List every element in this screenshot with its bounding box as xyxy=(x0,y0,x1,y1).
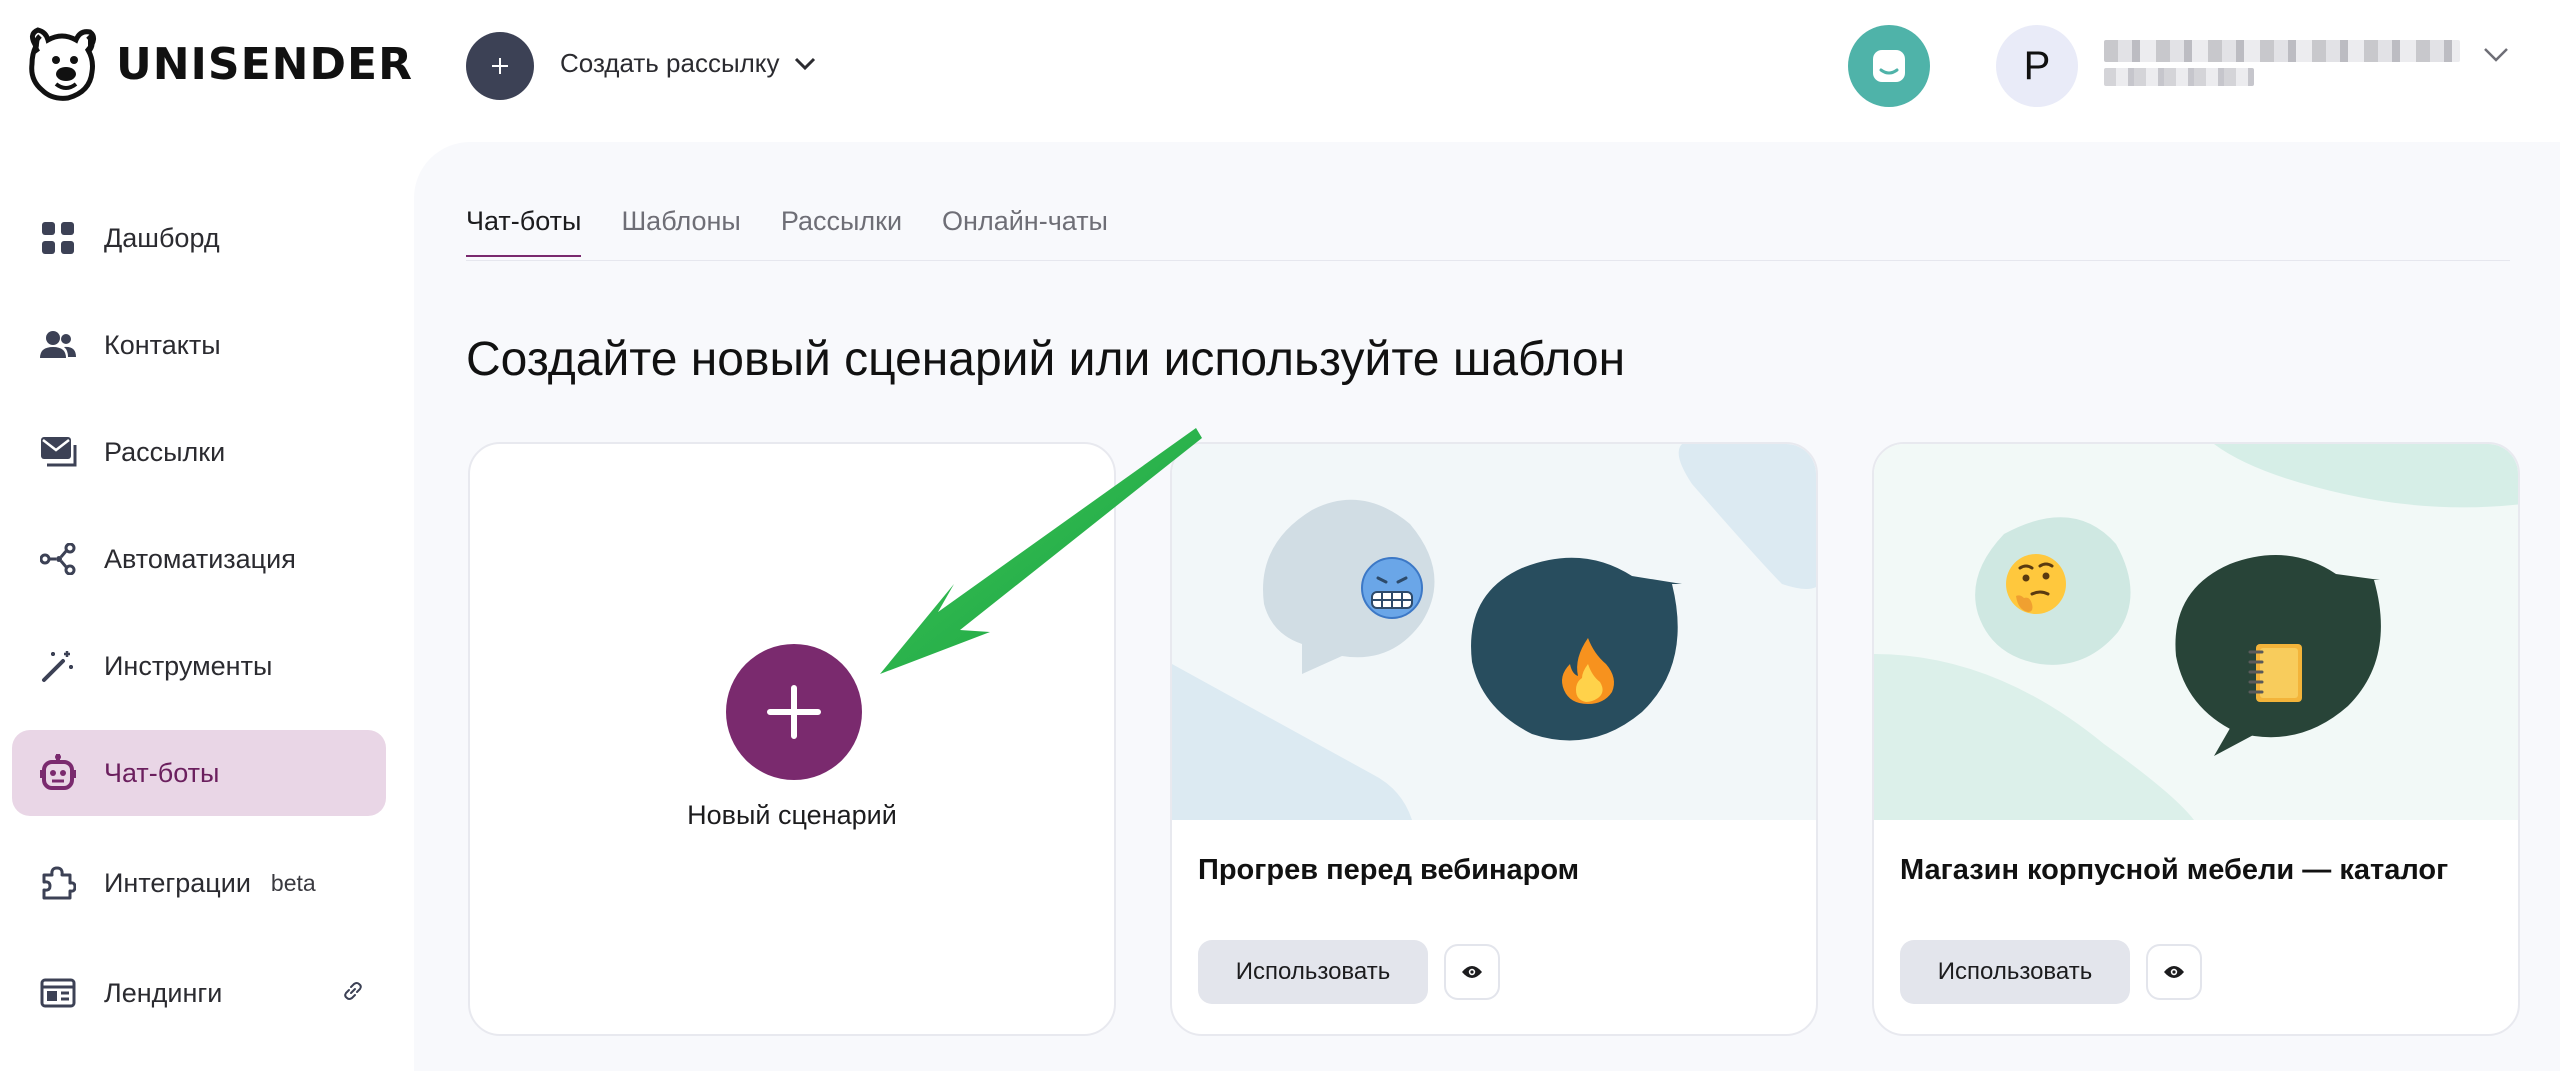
support-chat-button[interactable] xyxy=(1848,25,1930,107)
external-link-icon xyxy=(344,982,362,1000)
main-panel: Чат-боты Шаблоны Рассылки Онлайн-чаты Со… xyxy=(414,142,2560,1071)
cold-face-emoji-icon xyxy=(1361,557,1423,619)
template-illustration xyxy=(1172,444,1816,820)
eye-icon xyxy=(1462,966,1482,978)
sidebar-item-contacts[interactable]: Контакты xyxy=(12,302,386,388)
chevron-down-icon xyxy=(795,57,816,70)
tab-templates[interactable]: Шаблоны xyxy=(621,206,740,257)
account-email-redacted[interactable] xyxy=(2104,68,2254,86)
new-scenario-card[interactable]: Новый сценарий xyxy=(468,442,1116,1036)
sidebar-item-label: Контакты xyxy=(104,329,221,360)
tabs-divider xyxy=(466,260,2510,261)
create-mailing-dropdown[interactable]: Создать рассылку xyxy=(560,48,817,79)
sidebar: Дашборд Контакты Рассылки Автоматизация … xyxy=(0,132,410,1071)
account-name-redacted[interactable] xyxy=(2104,40,2460,62)
notebook-emoji-icon xyxy=(2248,644,2302,702)
sidebar-item-landings[interactable]: Лендинги xyxy=(12,950,386,1036)
tabs: Чат-боты Шаблоны Рассылки Онлайн-чаты xyxy=(466,206,1108,257)
brand-name: UNISENDER xyxy=(116,38,413,90)
robot-icon xyxy=(38,753,78,793)
page-title: Создайте новый сценарий или используйте … xyxy=(466,333,1626,386)
puzzle-icon xyxy=(38,863,78,903)
sidebar-item-label: Интеграции xyxy=(104,867,251,898)
plus-icon xyxy=(767,685,821,739)
preview-button[interactable] xyxy=(1444,944,1500,1000)
sidebar-item-label: Чат-боты xyxy=(104,757,220,788)
sidebar-item-chatbots[interactable]: Чат-боты xyxy=(12,730,386,816)
template-title: Магазин корпусной мебели — каталог xyxy=(1900,854,2449,886)
sidebar-item-label: Автоматизация xyxy=(104,543,296,574)
sidebar-item-label: Рассылки xyxy=(104,436,226,467)
logo[interactable]: UNISENDER xyxy=(22,26,413,102)
preview-button[interactable] xyxy=(2146,944,2202,1000)
sidebar-item-label: Лендинги xyxy=(104,977,223,1008)
thinking-face-emoji-icon xyxy=(2006,554,2066,614)
fire-emoji-icon xyxy=(1562,638,1614,704)
user-avatar[interactable]: Р xyxy=(1996,25,2078,107)
use-template-button[interactable]: Использовать xyxy=(1900,940,2130,1004)
mailings-icon xyxy=(38,432,78,472)
sidebar-item-label: Дашборд xyxy=(104,222,220,253)
automation-icon xyxy=(38,539,78,579)
tab-online-chats[interactable]: Онлайн-чаты xyxy=(942,206,1108,257)
magic-wand-icon xyxy=(38,646,78,686)
tab-mailings[interactable]: Рассылки xyxy=(781,206,902,257)
dashboard-icon xyxy=(38,218,78,258)
plus-icon xyxy=(492,58,508,74)
eye-icon xyxy=(2164,966,2184,978)
sidebar-item-dashboard[interactable]: Дашборд xyxy=(12,195,386,281)
new-scenario-plus-button[interactable] xyxy=(726,644,862,780)
template-card-webinar[interactable]: Прогрев перед вебинаром Использовать xyxy=(1170,442,1818,1036)
sidebar-item-mailings[interactable]: Рассылки xyxy=(12,409,386,495)
header: UNISENDER Создать рассылку Р xyxy=(0,0,2560,132)
account-chevron-down-icon[interactable] xyxy=(2482,46,2510,64)
template-illustration xyxy=(1874,444,2518,820)
sidebar-item-integrations[interactable]: Интеграции beta xyxy=(12,840,386,926)
template-title: Прогрев перед вебинаром xyxy=(1198,854,1580,886)
sidebar-item-automation[interactable]: Автоматизация xyxy=(12,516,386,602)
avatar-letter: Р xyxy=(2023,43,2051,88)
dog-logo-icon xyxy=(29,27,96,101)
chat-bubble-icon xyxy=(1873,50,1905,82)
template-card-furniture[interactable]: Магазин корпусной мебели — каталог Испол… xyxy=(1872,442,2520,1036)
tab-chatbots[interactable]: Чат-боты xyxy=(466,206,582,257)
create-mailing-label: Создать рассылку xyxy=(560,48,780,78)
landing-page-icon xyxy=(38,973,78,1013)
beta-badge: beta xyxy=(270,869,316,896)
contacts-icon xyxy=(38,325,78,365)
use-template-button[interactable]: Использовать xyxy=(1198,940,1428,1004)
sidebar-item-label: Инструменты xyxy=(104,650,273,681)
sidebar-item-tools[interactable]: Инструменты xyxy=(12,623,386,709)
create-mailing-plus-button[interactable] xyxy=(466,32,534,100)
new-scenario-label: Новый сценарий xyxy=(687,800,897,830)
